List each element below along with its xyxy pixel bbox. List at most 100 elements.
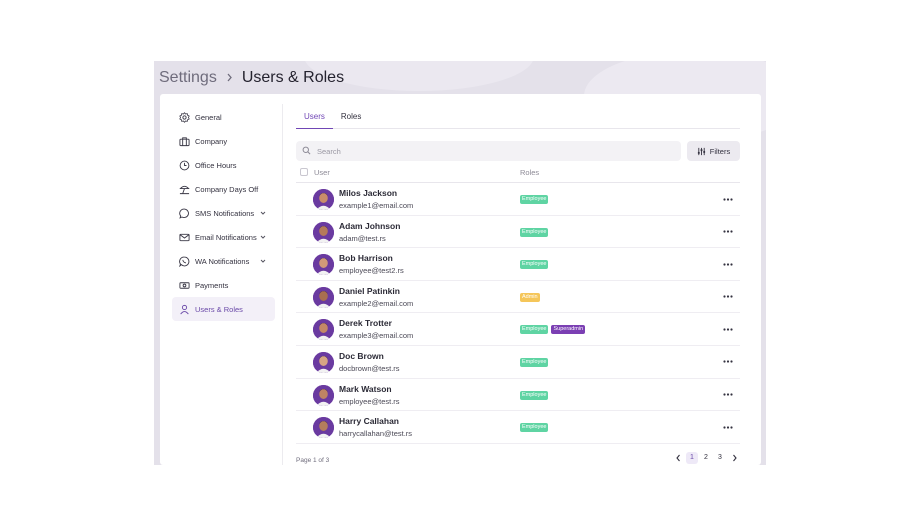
breadcrumb-parent[interactable]: Settings <box>159 69 217 87</box>
filters-button[interactable]: Filters <box>687 141 740 161</box>
user-icon <box>178 303 190 315</box>
role-badge: Employee <box>520 227 549 237</box>
role-badge: Employee <box>520 325 549 335</box>
sidebar-item-label: SMS Notifications <box>195 208 255 218</box>
pagination: 1 2 3 <box>672 451 740 464</box>
table-row[interactable]: Milos Jackson example1@email.com Employee <box>296 183 740 216</box>
table-row[interactable]: Bob Harrison employee@test2.rs Employee <box>296 248 740 281</box>
gear-icon <box>178 111 190 123</box>
page-title: Users & Roles <box>241 69 345 86</box>
sidebar-item-company[interactable]: Company <box>172 129 275 153</box>
table-row[interactable]: Mark Watson employee@test.rs Employee <box>296 379 740 412</box>
user-email: example1@email.com <box>339 201 414 210</box>
avatar <box>313 286 334 308</box>
avatar <box>313 221 334 243</box>
search-input[interactable] <box>317 146 657 156</box>
tab-users[interactable]: Users <box>296 108 333 129</box>
page-button-2[interactable]: 2 <box>700 452 712 464</box>
role-badges: Employee <box>520 227 549 237</box>
clock-icon <box>178 159 190 171</box>
chevron-down-icon[interactable] <box>259 209 267 217</box>
sliders-icon <box>697 147 705 155</box>
more-options-icon[interactable] <box>721 356 735 368</box>
role-badge: Employee <box>520 195 549 204</box>
user-name: Harry Callahan <box>339 416 399 427</box>
tab-roles[interactable]: Roles <box>333 108 369 129</box>
avatar <box>313 417 334 439</box>
role-badges: Employee <box>520 260 549 270</box>
envelope-icon <box>178 231 190 243</box>
more-options-icon[interactable] <box>721 258 735 270</box>
user-email: example2@email.com <box>339 298 414 308</box>
role-badge: Superadmin <box>551 325 586 335</box>
user-email: employee@test.rs <box>339 396 400 406</box>
more-options-icon[interactable] <box>721 323 735 335</box>
sidebar-divider <box>282 104 283 465</box>
user-name: Bob Harrison <box>339 253 393 264</box>
user-email: example3@email.com <box>339 331 414 341</box>
table-row[interactable]: Doc Brown docbrown@test.rs Employee <box>296 346 740 379</box>
sidebar-item-sms-notifications[interactable]: SMS Notifications <box>172 201 275 225</box>
breadcrumb: Settings Users & Roles <box>159 65 344 91</box>
page-button-3[interactable]: 3 <box>714 452 726 464</box>
role-badge: Employee <box>520 423 549 433</box>
table-row[interactable]: Harry Callahan harrycallahan@test.rs Emplo… <box>296 411 740 444</box>
column-header-roles[interactable]: Roles <box>520 168 539 177</box>
sidebar-item-label: Email Notifications <box>195 232 257 242</box>
role-badges: Employee <box>520 357 549 367</box>
settings-sidebar: General Company Office Hours Company Day… <box>172 105 275 321</box>
role-badge: Employee <box>520 390 549 400</box>
table-row[interactable]: Daniel Patinkin example2@email.com Admin <box>296 281 740 314</box>
avatar <box>313 189 334 210</box>
table-toolbar: Filters <box>296 141 740 161</box>
page-button-1[interactable]: 1 <box>686 451 698 464</box>
avatar <box>313 351 334 373</box>
user-email: adam@test.rs <box>339 233 386 243</box>
sidebar-item-payments[interactable]: Payments <box>172 273 275 297</box>
sidebar-item-label: Users & Roles <box>195 304 243 314</box>
search-icon <box>302 142 311 160</box>
more-options-icon[interactable] <box>721 226 735 238</box>
chevron-right-icon <box>226 71 233 85</box>
more-options-icon[interactable] <box>721 193 735 205</box>
more-options-icon[interactable] <box>721 291 735 303</box>
briefcase-icon <box>178 135 190 147</box>
more-options-icon[interactable] <box>721 389 735 401</box>
table-footer: Page 1 of 3 1 2 3 <box>296 444 740 465</box>
search-box[interactable] <box>296 141 681 161</box>
beach-umbrella-icon <box>178 183 190 195</box>
user-email: harrycallahan@test.rs <box>339 429 413 439</box>
next-page-icon[interactable] <box>728 452 740 464</box>
cash-icon <box>178 279 190 291</box>
select-all-checkbox[interactable] <box>300 168 308 176</box>
sidebar-item-email-notifications[interactable]: Email Notifications <box>172 225 275 249</box>
user-name: Derek Trotter <box>339 318 392 329</box>
user-email: employee@test2.rs <box>339 266 404 276</box>
user-name: Doc Brown <box>339 350 384 361</box>
chat-bubble-icon <box>178 207 190 219</box>
sidebar-item-label: Company <box>195 136 228 146</box>
sidebar-item-label: WA Notifications <box>195 256 250 266</box>
sidebar-item-label: Company Days Off <box>195 184 259 194</box>
whatsapp-icon <box>178 255 190 267</box>
column-header-user[interactable]: User <box>314 168 330 177</box>
user-name: Milos Jackson <box>339 188 398 198</box>
prev-page-icon[interactable] <box>672 452 684 464</box>
sidebar-item-general[interactable]: General <box>172 105 275 129</box>
sidebar-item-wa-notifications[interactable]: WA Notifications <box>172 249 275 273</box>
sidebar-item-users-roles[interactable]: Users & Roles <box>172 297 275 321</box>
user-name: Adam Johnson <box>339 220 401 231</box>
user-name: Daniel Patinkin <box>339 285 400 296</box>
sidebar-item-office-hours[interactable]: Office Hours <box>172 153 275 177</box>
table-row[interactable]: Adam Johnson adam@test.rs Employee <box>296 216 740 249</box>
more-options-icon[interactable] <box>721 421 735 433</box>
filters-label: Filters <box>709 146 731 156</box>
table-row[interactable]: Derek Trotter example3@email.com Employee S… <box>296 313 740 346</box>
user-name: Mark Watson <box>339 383 392 394</box>
chevron-down-icon[interactable] <box>259 233 267 241</box>
role-badge: Employee <box>520 357 549 367</box>
users-panel: Users Roles Filters User Roles <box>296 108 740 465</box>
settings-card: General Company Office Hours Company Day… <box>160 94 761 465</box>
chevron-down-icon[interactable] <box>259 257 267 265</box>
sidebar-item-company-days-off[interactable]: Company Days Off <box>172 177 275 201</box>
